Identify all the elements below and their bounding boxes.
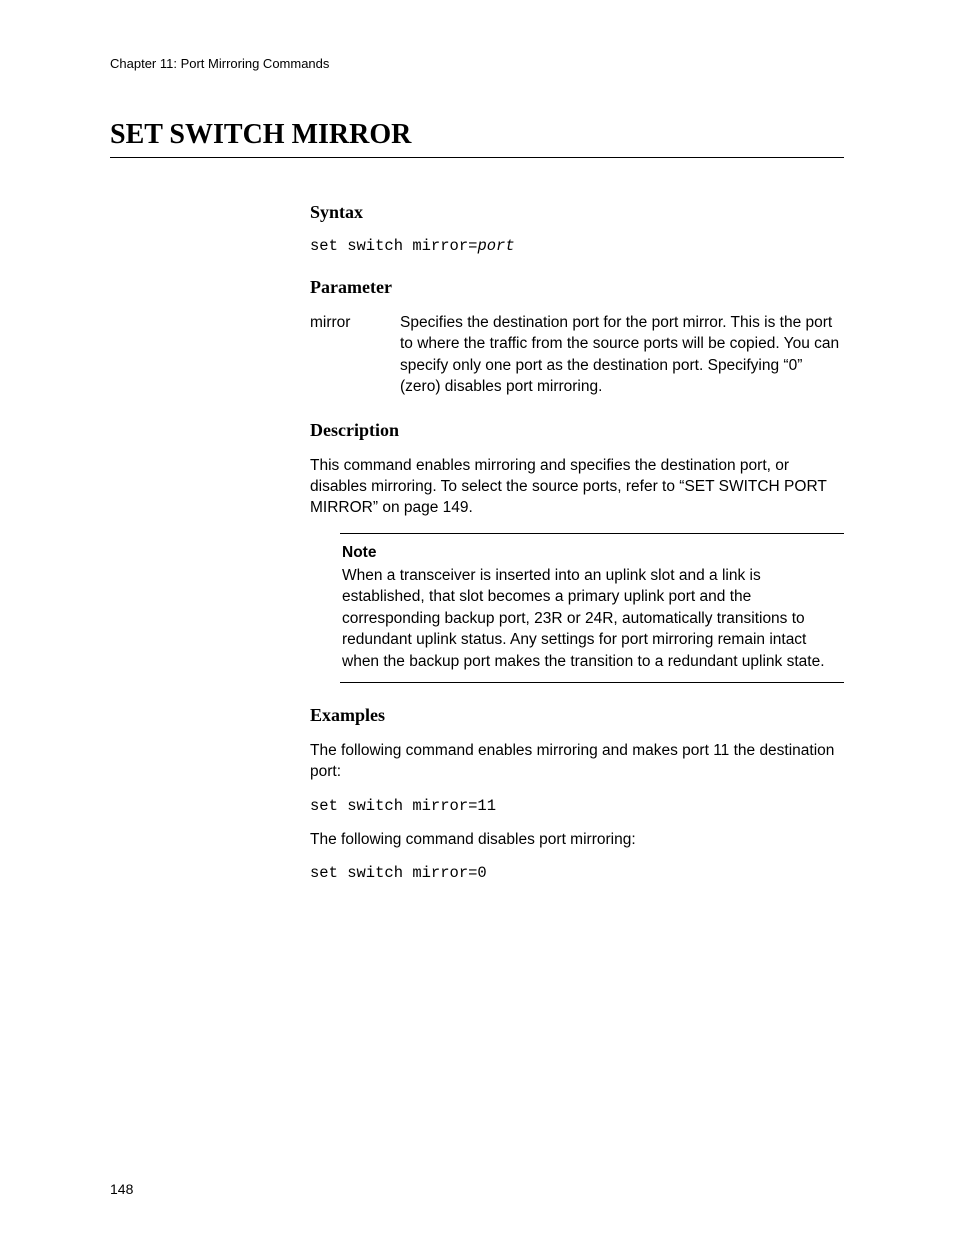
note-label: Note	[342, 542, 838, 563]
parameter-desc: Specifies the destination port for the p…	[400, 312, 844, 398]
example-intro-1: The following command enables mirroring …	[310, 740, 844, 783]
syntax-code: set switch mirror=port	[310, 237, 844, 255]
title-block: SET SWITCH MIRROR	[110, 119, 844, 158]
parameter-name: mirror	[310, 312, 400, 398]
page-number: 148	[110, 1181, 133, 1197]
description-text: This command enables mirroring and speci…	[310, 455, 844, 519]
page-title: SET SWITCH MIRROR	[110, 119, 844, 151]
example-intro-2: The following command disables port mirr…	[310, 829, 844, 850]
parameter-heading: Parameter	[310, 277, 844, 298]
chapter-header: Chapter 11: Port Mirroring Commands	[110, 56, 844, 71]
example-cmd-1: set switch mirror=11	[310, 797, 844, 815]
note-text: When a transceiver is inserted into an u…	[342, 565, 838, 672]
parameter-row: mirror Specifies the destination port fo…	[310, 312, 844, 398]
examples-heading: Examples	[310, 705, 844, 726]
syntax-heading: Syntax	[310, 202, 844, 223]
example-cmd-2: set switch mirror=0	[310, 864, 844, 882]
content-area: Syntax set switch mirror=port Parameter …	[310, 202, 844, 882]
description-heading: Description	[310, 420, 844, 441]
note-box: Note When a transceiver is inserted into…	[340, 533, 844, 683]
syntax-cmd-var: port	[477, 237, 514, 255]
page-container: Chapter 11: Port Mirroring Commands SET …	[0, 0, 954, 1235]
syntax-cmd-prefix: set switch mirror=	[310, 237, 477, 255]
